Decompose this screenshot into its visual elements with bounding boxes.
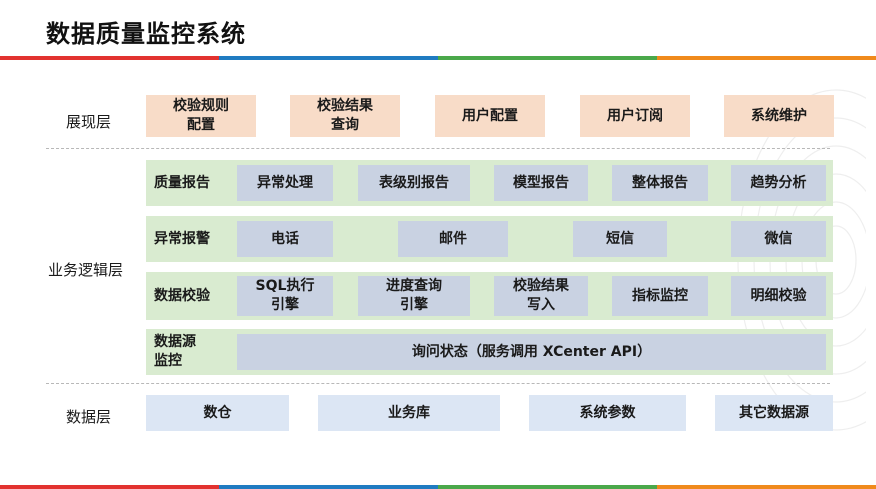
- page-title: 数据质量监控系统: [46, 20, 246, 48]
- business-item: 趋势分析: [731, 165, 826, 201]
- divider-presentation-business: [46, 148, 830, 149]
- presentation-item-system-maintenance: 系统维护: [724, 95, 834, 137]
- data-item-other-sources: 其它数据源: [715, 395, 833, 431]
- business-item: 明细校验: [731, 276, 826, 316]
- bottom-color-stripe: [0, 485, 876, 489]
- business-item: 微信: [731, 221, 826, 257]
- business-row-label: 数据校验: [154, 287, 210, 304]
- business-item: 整体报告: [612, 165, 708, 201]
- business-item: 表级别报告: [358, 165, 470, 201]
- presentation-item-user-subscribe: 用户订阅: [580, 95, 690, 137]
- business-row-label: 异常报警: [154, 230, 210, 247]
- business-item: 异常处理: [237, 165, 333, 201]
- business-row-label: 数据源 监控: [154, 334, 196, 369]
- presentation-item-rule-config: 校验规则 配置: [146, 95, 256, 137]
- data-item-system-params: 系统参数: [529, 395, 686, 431]
- business-item: 指标监控: [612, 276, 708, 316]
- business-item: 校验结果 写入: [494, 276, 588, 316]
- data-item-warehouse: 数仓: [146, 395, 289, 431]
- business-item: 进度查询 引擎: [358, 276, 470, 316]
- business-row-label: 质量报告: [154, 174, 210, 191]
- presentation-item-user-config: 用户配置: [435, 95, 545, 137]
- business-item-status-query: 询问状态（服务调用 XCenter API）: [237, 334, 826, 370]
- layer-label-data: 数据层: [66, 408, 112, 426]
- presentation-item-result-query: 校验结果 查询: [290, 95, 400, 137]
- layer-label-presentation: 展现层: [66, 113, 112, 131]
- business-item: 模型报告: [494, 165, 588, 201]
- business-item: 电话: [237, 221, 333, 257]
- business-item: 短信: [573, 221, 667, 257]
- layer-label-business: 业务逻辑层: [48, 261, 124, 279]
- business-item: 邮件: [398, 221, 508, 257]
- data-item-business-db: 业务库: [318, 395, 500, 431]
- business-item: SQL执行 引擎: [237, 276, 333, 316]
- divider-business-data: [46, 383, 830, 384]
